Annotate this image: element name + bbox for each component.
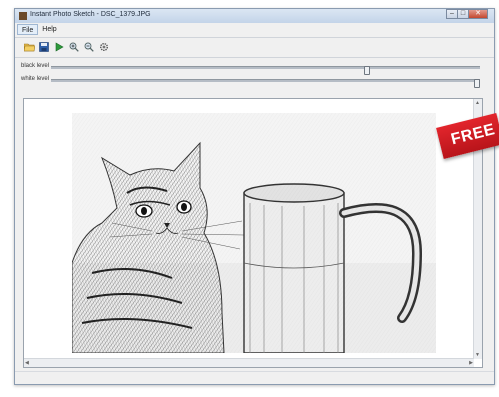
black-level-slider[interactable]	[51, 66, 480, 75]
white-level-slider-row: white level	[19, 75, 490, 88]
sketch-image	[72, 113, 436, 353]
menu-bar: File Help	[17, 24, 61, 35]
image-canvas[interactable]: ▲ ▼ ◀ ▶	[23, 98, 483, 368]
zoom-out-icon[interactable]	[83, 41, 95, 53]
scroll-down-icon[interactable]: ▼	[475, 352, 480, 358]
window-controls: – □ ✕	[446, 9, 488, 20]
app-icon	[19, 12, 27, 20]
toolbar	[23, 40, 113, 54]
white-level-slider[interactable]	[51, 79, 480, 88]
app-window: Instant Photo Sketch - DSC_1379.JPG – □ …	[14, 8, 495, 385]
close-button[interactable]: ✕	[468, 9, 488, 19]
black-level-slider-row: black level	[19, 62, 490, 75]
window-title: Instant Photo Sketch - DSC_1379.JPG	[30, 11, 151, 18]
open-folder-icon[interactable]	[23, 41, 35, 53]
run-icon[interactable]	[53, 41, 65, 53]
zoom-in-icon[interactable]	[68, 41, 80, 53]
white-level-label: white level	[21, 76, 50, 82]
settings-icon[interactable]	[98, 41, 110, 53]
scroll-left-icon[interactable]: ◀	[25, 360, 29, 366]
menu-file[interactable]: File	[17, 24, 39, 35]
scroll-right-icon[interactable]: ▶	[469, 360, 473, 366]
horizontal-scrollbar[interactable]: ◀ ▶	[24, 358, 474, 367]
divider	[15, 37, 494, 38]
free-badge-text: FREE	[449, 121, 497, 149]
save-icon[interactable]	[38, 41, 50, 53]
white-level-thumb[interactable]	[474, 79, 480, 88]
black-level-label: black level	[21, 63, 50, 69]
black-level-thumb[interactable]	[364, 66, 371, 75]
scroll-up-icon[interactable]: ▲	[475, 100, 480, 106]
status-bar	[15, 371, 494, 384]
menu-help[interactable]: Help	[38, 24, 60, 35]
title-bar[interactable]: Instant Photo Sketch - DSC_1379.JPG – □ …	[15, 9, 494, 23]
divider	[15, 57, 494, 58]
